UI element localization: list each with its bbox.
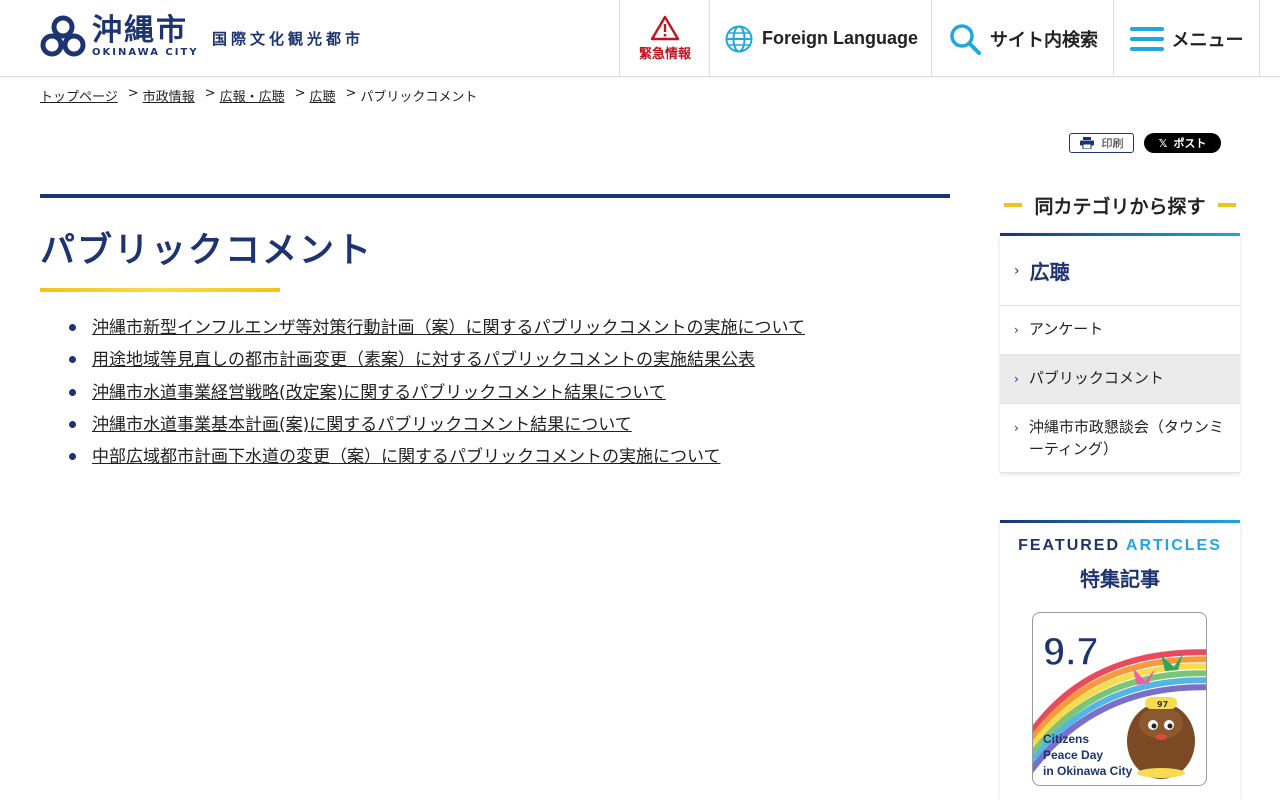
article-link[interactable]: 用途地域等見直しの都市計画変更（素案）に対するパブリックコメントの実施結果公表 [92, 350, 755, 370]
breadcrumb-separator: > [345, 86, 357, 101]
banner-line3: in Okinawa City [1043, 764, 1133, 778]
featured-heading-ja: 特集記事 [1080, 567, 1160, 591]
chevron-right-icon: › [1014, 372, 1019, 386]
search-icon [950, 23, 981, 55]
mascot-badge: 97 [1157, 700, 1168, 709]
list-item: 用途地域等見直しの都市計画変更（素案）に対するパブリックコメントの実施結果公表 [66, 348, 805, 380]
breadcrumb-link-top[interactable]: トップページ [40, 86, 118, 105]
chevron-right-icon: › [1014, 421, 1019, 435]
list-item: 沖縄市水道事業経営戦略(改定案)に関するパブリックコメント結果について [66, 381, 805, 413]
printer-icon [1079, 137, 1094, 149]
featured-heading-en-part2: ARTICLES [1125, 537, 1222, 554]
breadcrumb-link-pr[interactable]: 広報・広聴 [220, 86, 285, 105]
list-item: 沖縄市水道事業基本計画(案)に関するパブリックコメント結果について [66, 413, 805, 445]
sidebar-item-town-meeting[interactable]: › 沖縄市市政懇談会（タウンミーティング） [1000, 404, 1240, 473]
site-search-button[interactable]: サイト内検索 [931, 0, 1114, 77]
featured-heading-en: FEATURED ARTICLES [1000, 537, 1240, 555]
breadcrumb-separator: > [127, 86, 139, 101]
x-post-button[interactable]: 𝕏 ポスト [1144, 133, 1221, 153]
city-emblem-icon [40, 15, 86, 57]
foreign-language-label: Foreign Language [761, 28, 918, 48]
breadcrumb-link-city-info[interactable]: 市政情報 [143, 86, 195, 105]
emergency-info-button[interactable]: 緊急情報 [619, 0, 710, 77]
list-item: 中部広域都市計画下水道の変更（案）に関するパブリックコメントの実施について [66, 445, 805, 477]
logo-name: 沖縄市 [92, 13, 188, 48]
article-link[interactable]: 中部広域都市計画下水道の変更（案）に関するパブリックコメントの実施について [92, 447, 721, 467]
menu-button[interactable]: メニュー [1113, 0, 1260, 77]
breadcrumb-separator: > [204, 86, 216, 101]
print-button[interactable]: 印刷 [1069, 133, 1134, 153]
site-tagline: 国際文化観光都市 [212, 30, 365, 48]
chevron-right-icon: › [1014, 323, 1019, 337]
logo-en: OKINAWA CITY [92, 47, 199, 58]
heading-accent-bar [1217, 203, 1236, 207]
sidebar-parent-label: 広聴 [1029, 260, 1070, 284]
foreign-language-button[interactable]: Foreign Language [709, 0, 932, 77]
breadcrumb-current: パブリックコメント [360, 90, 478, 105]
sidebar-heading-text: 同カテゴリから探す [1034, 195, 1206, 218]
featured-articles: FEATURED ARTICLES 特集記事 97 9.7 Citizens P… [1000, 520, 1240, 800]
hamburger-menu-icon [1129, 26, 1164, 51]
banner-line1: Citizens [1043, 732, 1089, 746]
warning-icon [650, 15, 680, 41]
title-accent-bar [40, 288, 280, 292]
featured-heading-en-part1: FEATURED [1018, 537, 1121, 554]
banner-big-number: 9.7 [1043, 630, 1099, 674]
title-top-rule [40, 194, 950, 198]
heading-accent-bar [1004, 203, 1023, 207]
banner-line2: Peace Day [1043, 748, 1103, 762]
sidebar-parent-link[interactable]: › 広聴 [1000, 236, 1240, 306]
sidebar-item-public-comment[interactable]: › パブリックコメント [1000, 355, 1240, 404]
site-logo[interactable]: 沖縄市 OKINAWA CITY [40, 14, 199, 60]
public-comment-list: 沖縄市新型インフルエンザ等対策行動計画（案）に関するパブリックコメントの実施につ… [66, 316, 805, 477]
x-logo-icon: 𝕏 [1158, 136, 1168, 150]
menu-label: メニュー [1171, 29, 1244, 50]
list-item: 沖縄市新型インフルエンザ等対策行動計画（案）に関するパブリックコメントの実施につ… [66, 316, 805, 348]
sidebar-heading: 同カテゴリから探す [1000, 190, 1240, 220]
peace-day-banner[interactable]: 97 9.7 Citizens Peace Day in Okinawa Cit… [1032, 612, 1207, 786]
page-title: パブリックコメント [40, 231, 374, 271]
article-link[interactable]: 沖縄市水道事業経営戦略(改定案)に関するパブリックコメント結果について [92, 383, 666, 403]
sidebar-item-label: アンケート [1028, 320, 1104, 338]
post-label: ポスト [1173, 137, 1207, 150]
emergency-info-label: 緊急情報 [638, 47, 691, 62]
breadcrumb-link-hearing[interactable]: 広聴 [310, 86, 336, 105]
sidebar-item-label: パブリックコメント [1028, 369, 1164, 387]
breadcrumb: トップページ > 市政情報 > 広報・広聴 > 広聴 > パブリックコメント [40, 86, 477, 105]
sidebar-item-survey[interactable]: › アンケート [1000, 306, 1240, 355]
breadcrumb-separator: > [294, 86, 306, 101]
article-link[interactable]: 沖縄市新型インフルエンザ等対策行動計画（案）に関するパブリックコメントの実施につ… [92, 318, 805, 338]
peace-day-banner-image: 97 9.7 Citizens Peace Day in Okinawa Cit… [1033, 629, 1206, 779]
article-link[interactable]: 沖縄市水道事業基本計画(案)に関するパブリックコメント結果について [92, 415, 632, 435]
site-header: 沖縄市 OKINAWA CITY 国際文化観光都市 緊急情報 Foreign L… [0, 0, 1280, 77]
chevron-right-icon: › [1014, 262, 1020, 279]
category-nav: › 広聴 › アンケート › パブリックコメント › 沖縄市市政懇談会（タウンミ… [1000, 233, 1240, 473]
globe-icon [725, 25, 753, 52]
site-search-label: サイト内検索 [990, 29, 1098, 50]
sidebar-item-label: 沖縄市市政懇談会（タウンミーティング） [1028, 418, 1224, 458]
print-label: 印刷 [1101, 137, 1124, 150]
